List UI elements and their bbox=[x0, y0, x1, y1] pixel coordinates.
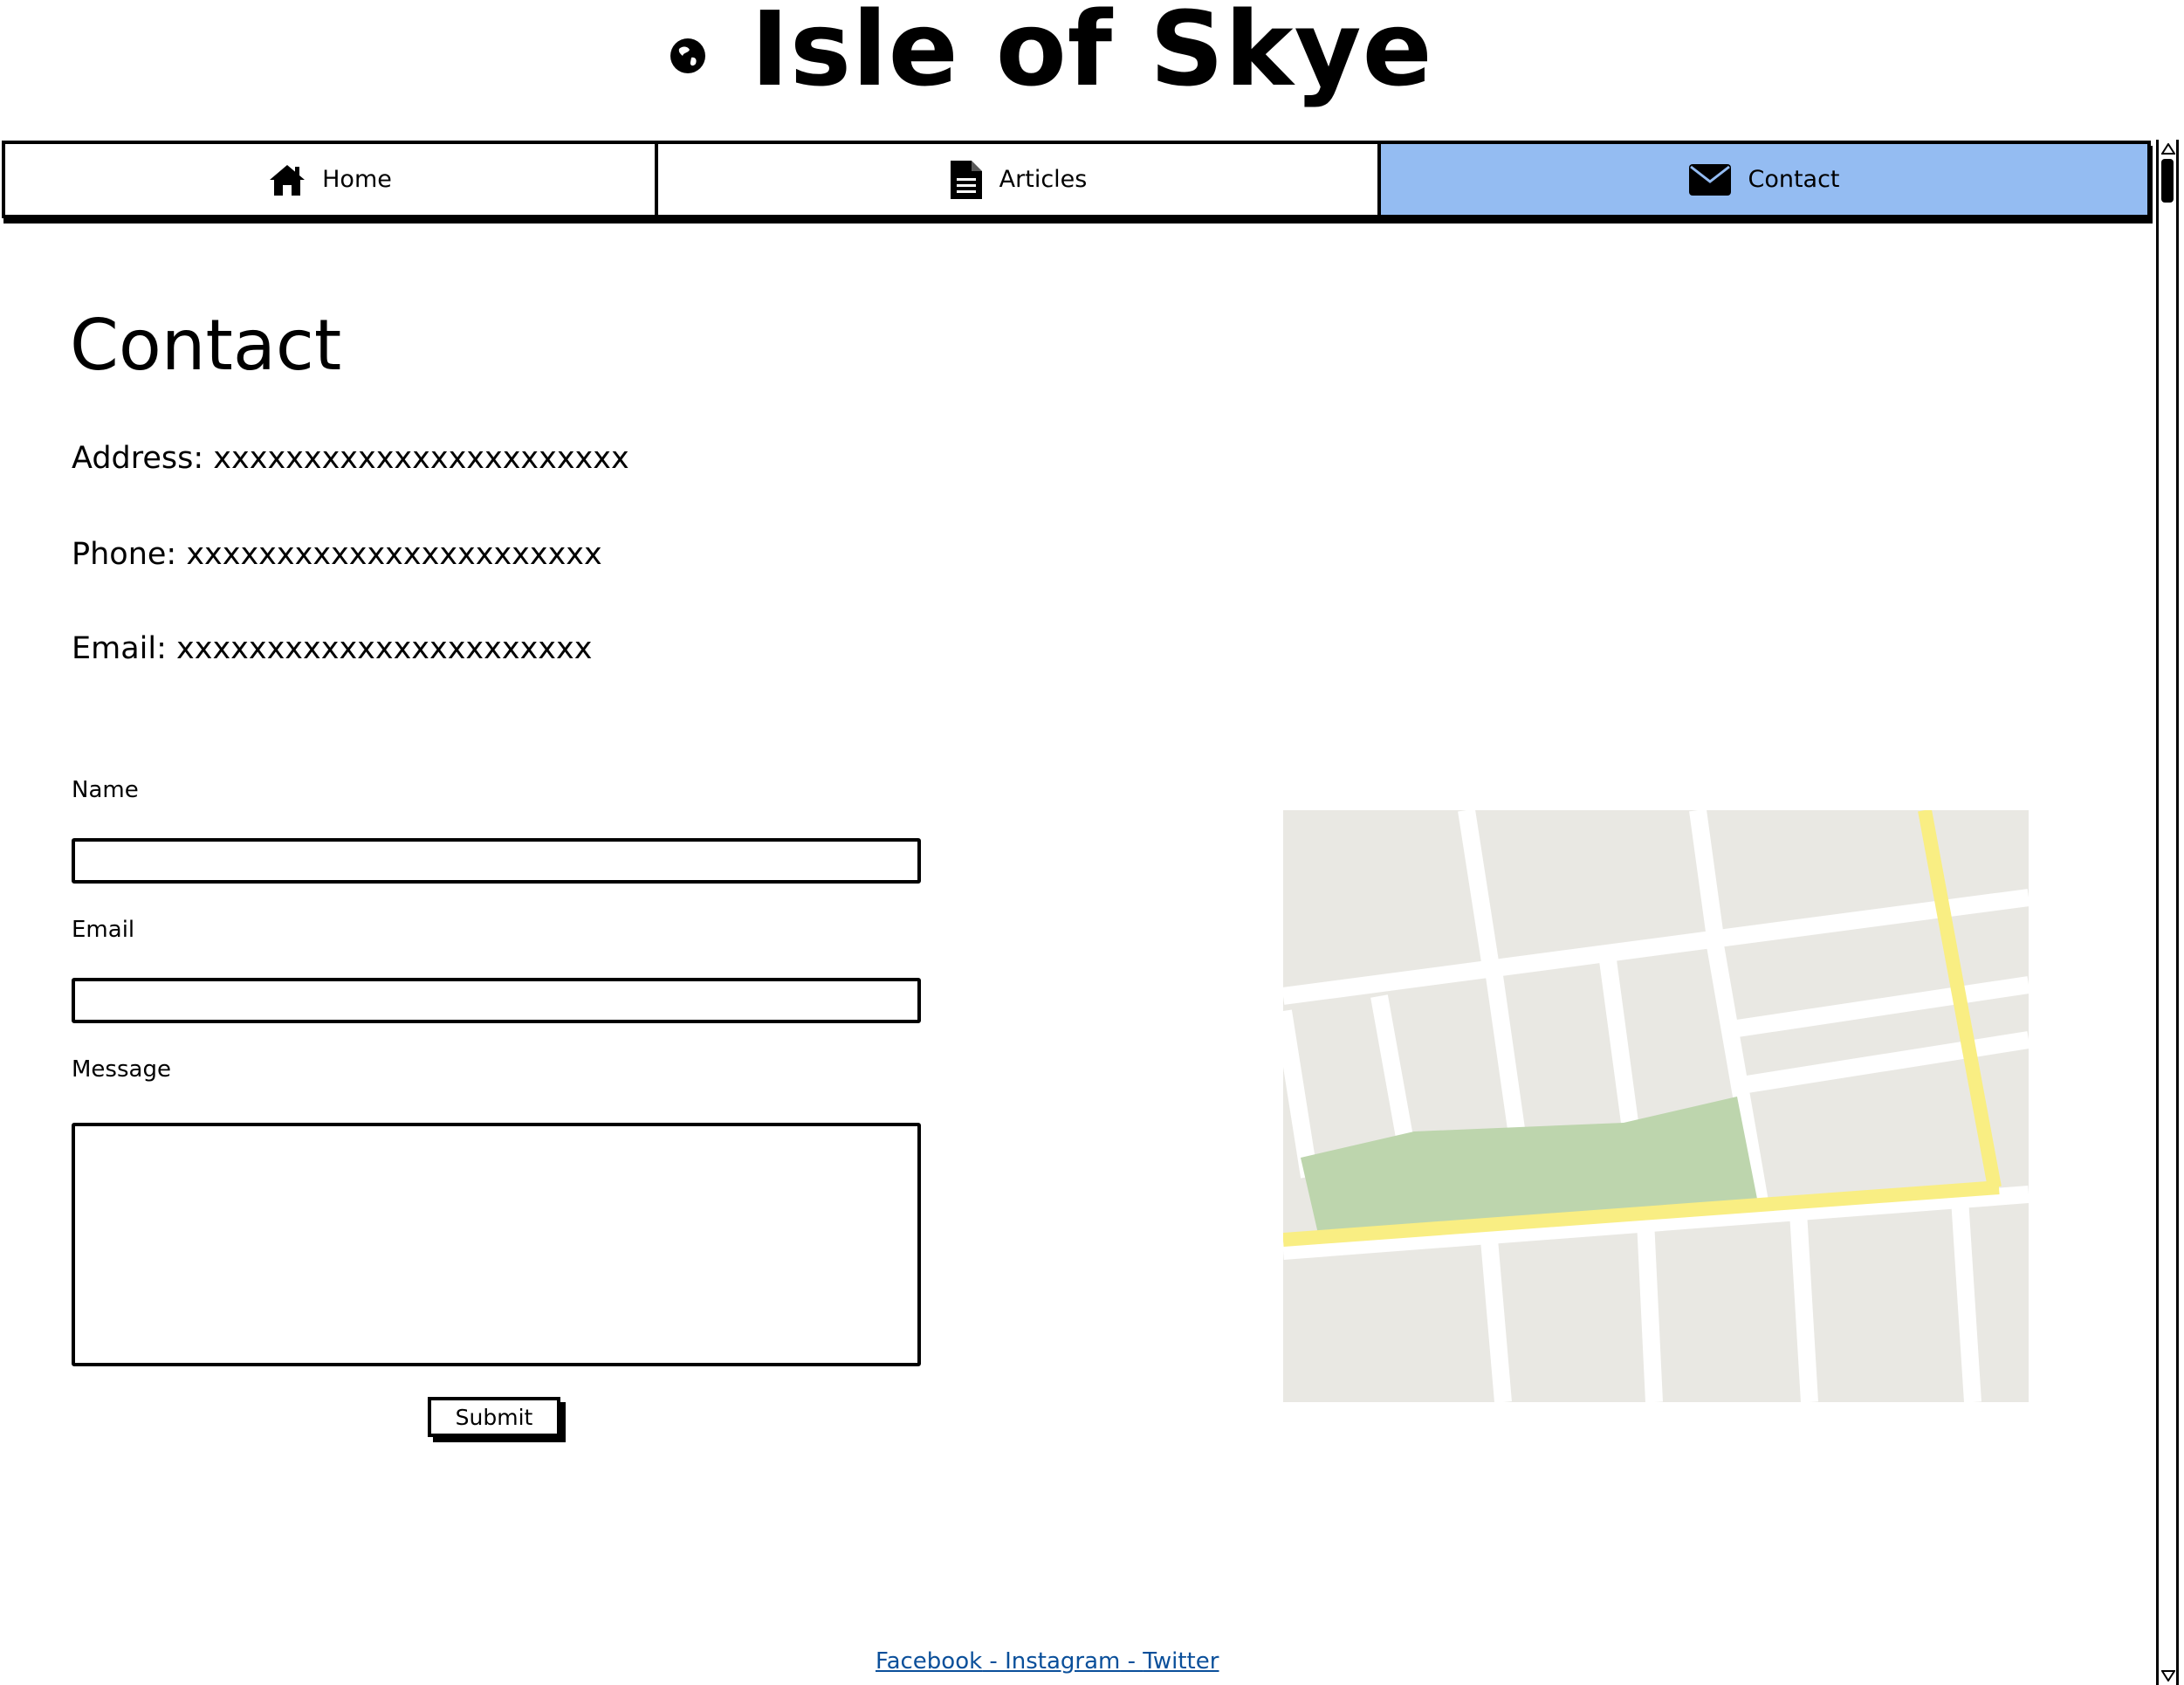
email-text: Email: xxxxxxxxxxxxxxxxxxxxxxx bbox=[72, 631, 593, 666]
email-label: Email bbox=[72, 917, 135, 943]
map-image bbox=[1283, 810, 2029, 1402]
globe-icon bbox=[670, 38, 705, 73]
home-icon bbox=[270, 164, 306, 196]
nav-tab-articles[interactable]: Articles bbox=[658, 144, 1381, 215]
name-input[interactable] bbox=[72, 838, 921, 884]
site-header: Isle of Skye bbox=[0, 0, 2184, 131]
message-label: Message bbox=[72, 1056, 171, 1083]
scroll-thumb[interactable] bbox=[2161, 159, 2174, 203]
instagram-link[interactable]: Instagram bbox=[1005, 1648, 1120, 1675]
document-icon bbox=[950, 160, 982, 199]
site-title: Isle of Skye bbox=[751, 0, 1433, 109]
message-textarea[interactable] bbox=[72, 1123, 921, 1366]
address-text: Address: xxxxxxxxxxxxxxxxxxxxxxx bbox=[72, 441, 629, 476]
main-nav: Home Articles Contact bbox=[2, 141, 2151, 218]
nav-tab-articles-label: Articles bbox=[999, 166, 1088, 193]
submit-button[interactable]: Submit bbox=[428, 1397, 560, 1437]
twitter-link[interactable]: Twitter bbox=[1143, 1648, 1219, 1675]
nav-tab-contact[interactable]: Contact bbox=[1381, 144, 2147, 215]
facebook-link[interactable]: Facebook bbox=[876, 1648, 982, 1675]
footer-separator: - bbox=[982, 1648, 1006, 1675]
vertical-scrollbar[interactable] bbox=[2156, 140, 2179, 1685]
name-label: Name bbox=[72, 777, 139, 803]
page-heading: Contact bbox=[70, 305, 342, 386]
phone-text: Phone: xxxxxxxxxxxxxxxxxxxxxxx bbox=[72, 537, 602, 572]
email-input[interactable] bbox=[72, 978, 921, 1023]
footer-links: Facebook - Instagram - Twitter bbox=[876, 1648, 1219, 1675]
nav-tab-home-label: Home bbox=[322, 166, 392, 193]
nav-tab-contact-label: Contact bbox=[1748, 166, 1840, 193]
scroll-down-arrow-icon[interactable] bbox=[2161, 1669, 2175, 1682]
scroll-up-arrow-icon[interactable] bbox=[2161, 143, 2175, 155]
nav-tab-home[interactable]: Home bbox=[5, 144, 658, 215]
envelope-icon bbox=[1689, 163, 1732, 196]
footer-separator: - bbox=[1120, 1648, 1144, 1675]
